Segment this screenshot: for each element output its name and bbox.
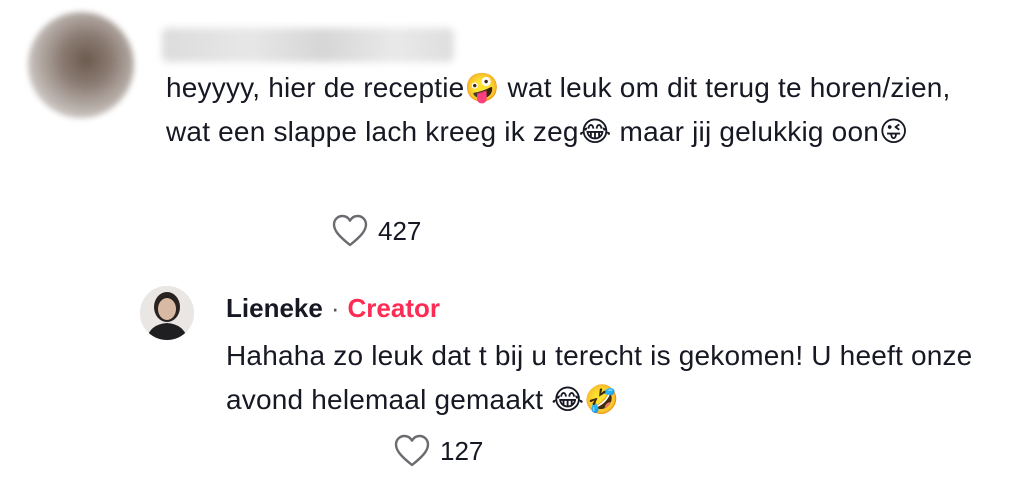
username-blurred[interactable] xyxy=(162,28,454,62)
comment-text-part: maar jij gelukkig oon xyxy=(611,116,879,147)
avatar[interactable] xyxy=(28,12,134,118)
rolling-laughing-emoji: 🤣 xyxy=(584,383,620,416)
reply-author-name[interactable]: Lieneke xyxy=(226,288,323,328)
reply-like-button[interactable]: 127 xyxy=(394,434,483,468)
reply-header: Lieneke · Creator xyxy=(226,288,440,328)
like-count: 127 xyxy=(440,435,484,466)
tears-of-joy-emoji: 😂 xyxy=(578,115,612,148)
creator-badge: Creator xyxy=(347,293,440,323)
zany-face-emoji: 🤪 xyxy=(464,71,500,104)
tears-of-joy-emoji: 😂 xyxy=(551,383,585,416)
like-count: 427 xyxy=(378,215,422,246)
winking-tongue-emoji: 😜 xyxy=(879,115,909,148)
heart-outline-icon[interactable] xyxy=(394,434,430,468)
reply-text: Hahaha zo leuk dat t bij u terecht is ge… xyxy=(226,334,1006,422)
comment-text-part: heyyyy, hier de receptie xyxy=(166,72,465,103)
comment-text: heyyyy, hier de receptie🤪 wat leuk om di… xyxy=(166,66,986,154)
separator-dot: · xyxy=(330,293,340,323)
heart-outline-icon[interactable] xyxy=(332,214,368,248)
creator-avatar[interactable] xyxy=(140,286,194,340)
like-button[interactable]: 427 xyxy=(332,214,421,248)
